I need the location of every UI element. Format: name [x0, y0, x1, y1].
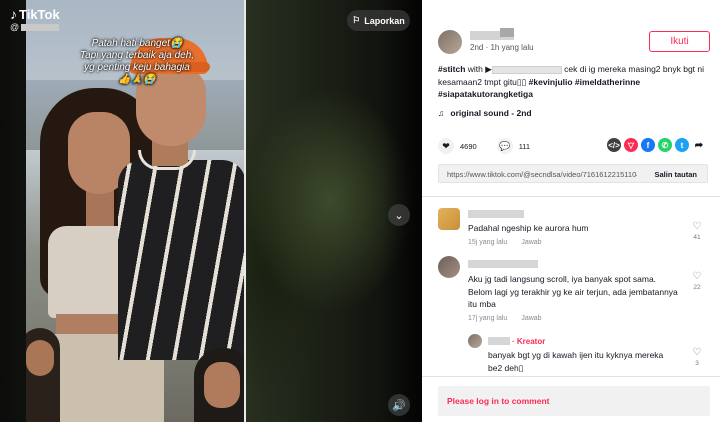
caption-line: Patah hati banget😭	[91, 38, 183, 49]
author-username-redacted[interactable]	[470, 28, 514, 40]
chevron-glyph: ⌄	[394, 209, 404, 222]
caption-line: 👍🙏😭	[118, 74, 156, 85]
comment-time: 17j yang lalu	[468, 315, 508, 322]
watermark-handle-prefix: @	[10, 22, 20, 32]
tiktok-brand-text: TikTok	[19, 6, 60, 22]
tiktok-watermark: ♪ TikTok	[10, 6, 60, 22]
video-person3-face	[26, 340, 54, 376]
reply-like[interactable]: ♡ 3	[690, 347, 704, 367]
tiktok-logo-icon: ♪	[10, 6, 17, 22]
creator-badge: · Kreator	[512, 337, 546, 346]
share-link-box: https://www.tiktok.com/@secndlsa/video/7…	[438, 164, 708, 183]
flag-icon: ⚐	[352, 15, 361, 25]
mention-redacted[interactable]	[491, 65, 562, 74]
heart-outline-icon: ♡	[692, 347, 702, 358]
author-avatar[interactable]	[438, 30, 462, 54]
comment-text: Padahal ngeship ke aurora hum	[468, 223, 589, 233]
sound-label: original sound - 2nd	[450, 108, 532, 118]
commenter-name-redacted[interactable]	[468, 210, 524, 218]
copy-link-button[interactable]: Salin tautan	[654, 170, 697, 179]
login-prompt: Please log in to comment	[447, 396, 550, 406]
comment-time: 15j yang lalu	[468, 239, 508, 246]
share-arrow-icon[interactable]: ➦	[692, 138, 706, 152]
heart-icon[interactable]: ❤	[438, 138, 454, 154]
caption-line: yg penting keju bahagia	[84, 62, 190, 73]
comment-count: 111	[518, 141, 531, 151]
desc-with: with	[465, 64, 486, 74]
post-description: #stitch with ▶ cek di ig mereka masing2 …	[438, 63, 708, 101]
send-to-friends-icon[interactable]: ▽	[624, 138, 638, 152]
caption-line: Tapi yang terbaik aja deh,	[79, 50, 195, 61]
comment-meta: 17j yang lalu Jawab	[468, 315, 542, 322]
hashtag-link[interactable]: #stitch	[438, 64, 465, 74]
like-count: 4690	[460, 141, 477, 151]
commenter-name-redacted[interactable]	[468, 260, 538, 268]
comment-like-count: 41	[693, 234, 701, 241]
facebook-icon[interactable]: f	[641, 138, 655, 152]
post-meta: 2nd · 1h yang lalu	[470, 43, 534, 52]
heart-outline-icon: ♡	[692, 221, 702, 232]
comment-like-count: 22	[693, 284, 701, 291]
creator-name-redacted[interactable]	[488, 337, 510, 345]
volume-glyph: 🔊	[392, 399, 406, 412]
watermark-handle: @	[10, 22, 60, 32]
commenter-avatar[interactable]	[438, 256, 460, 278]
follow-button[interactable]: Ikuti	[649, 31, 710, 52]
music-note-icon: ♫	[438, 108, 445, 118]
comment-icon[interactable]: 💬	[496, 138, 513, 154]
comment-meta: 15j yang lalu Jawab	[468, 239, 542, 246]
creator-avatar[interactable]	[468, 334, 482, 348]
report-button[interactable]: ⚐ Laporkan	[347, 10, 410, 31]
reply-button[interactable]: Jawab	[521, 315, 541, 322]
twitter-icon[interactable]: t	[675, 138, 689, 152]
commenter-avatar[interactable]	[438, 208, 460, 230]
comment-text: Aku jg tadi langsung scroll, iya banyak …	[468, 274, 678, 309]
divider	[422, 196, 720, 197]
video-edge	[244, 0, 246, 422]
volume-icon[interactable]: 🔊	[388, 394, 410, 416]
share-icons: </> ▽ f ✆ t ➦	[607, 138, 706, 152]
video-player[interactable]: Patah hati banget😭 Tapi yang terbaik aja…	[26, 0, 246, 422]
video-stage[interactable]: Patah hati banget😭 Tapi yang terbaik aja…	[0, 0, 422, 422]
blurred-handle	[21, 24, 60, 32]
video-person4-face	[204, 362, 240, 408]
chevron-down-icon[interactable]: ⌄	[388, 204, 410, 226]
whatsapp-icon[interactable]: ✆	[658, 138, 672, 152]
video-caption: Patah hati banget😭 Tapi yang terbaik aja…	[44, 38, 230, 86]
sound-link[interactable]: ♫ original sound - 2nd	[438, 108, 532, 118]
reply-like-count: 3	[695, 360, 699, 367]
reply-text: banyak bgt yg di kawah ijen itu kyknya m…	[488, 350, 664, 373]
login-to-comment-button[interactable]: Please log in to comment	[438, 386, 710, 416]
comment-like[interactable]: ♡ 41	[690, 221, 704, 241]
post-panel: 2nd · 1h yang lalu Ikuti #stitch with ▶ …	[422, 0, 720, 422]
reply-button[interactable]: Jawab	[521, 239, 541, 246]
engagement-row: ❤ 4690 💬 111	[438, 138, 530, 154]
embed-icon[interactable]: </>	[607, 138, 621, 152]
video-person2-shirt	[118, 160, 246, 360]
desc-glyph: ▯▯	[516, 76, 527, 87]
report-label: Laporkan	[364, 15, 405, 26]
heart-outline-icon: ♡	[692, 271, 702, 282]
comment-like[interactable]: ♡ 22	[690, 271, 704, 291]
share-link-url[interactable]: https://www.tiktok.com/@secndlsa/video/7…	[447, 170, 637, 179]
